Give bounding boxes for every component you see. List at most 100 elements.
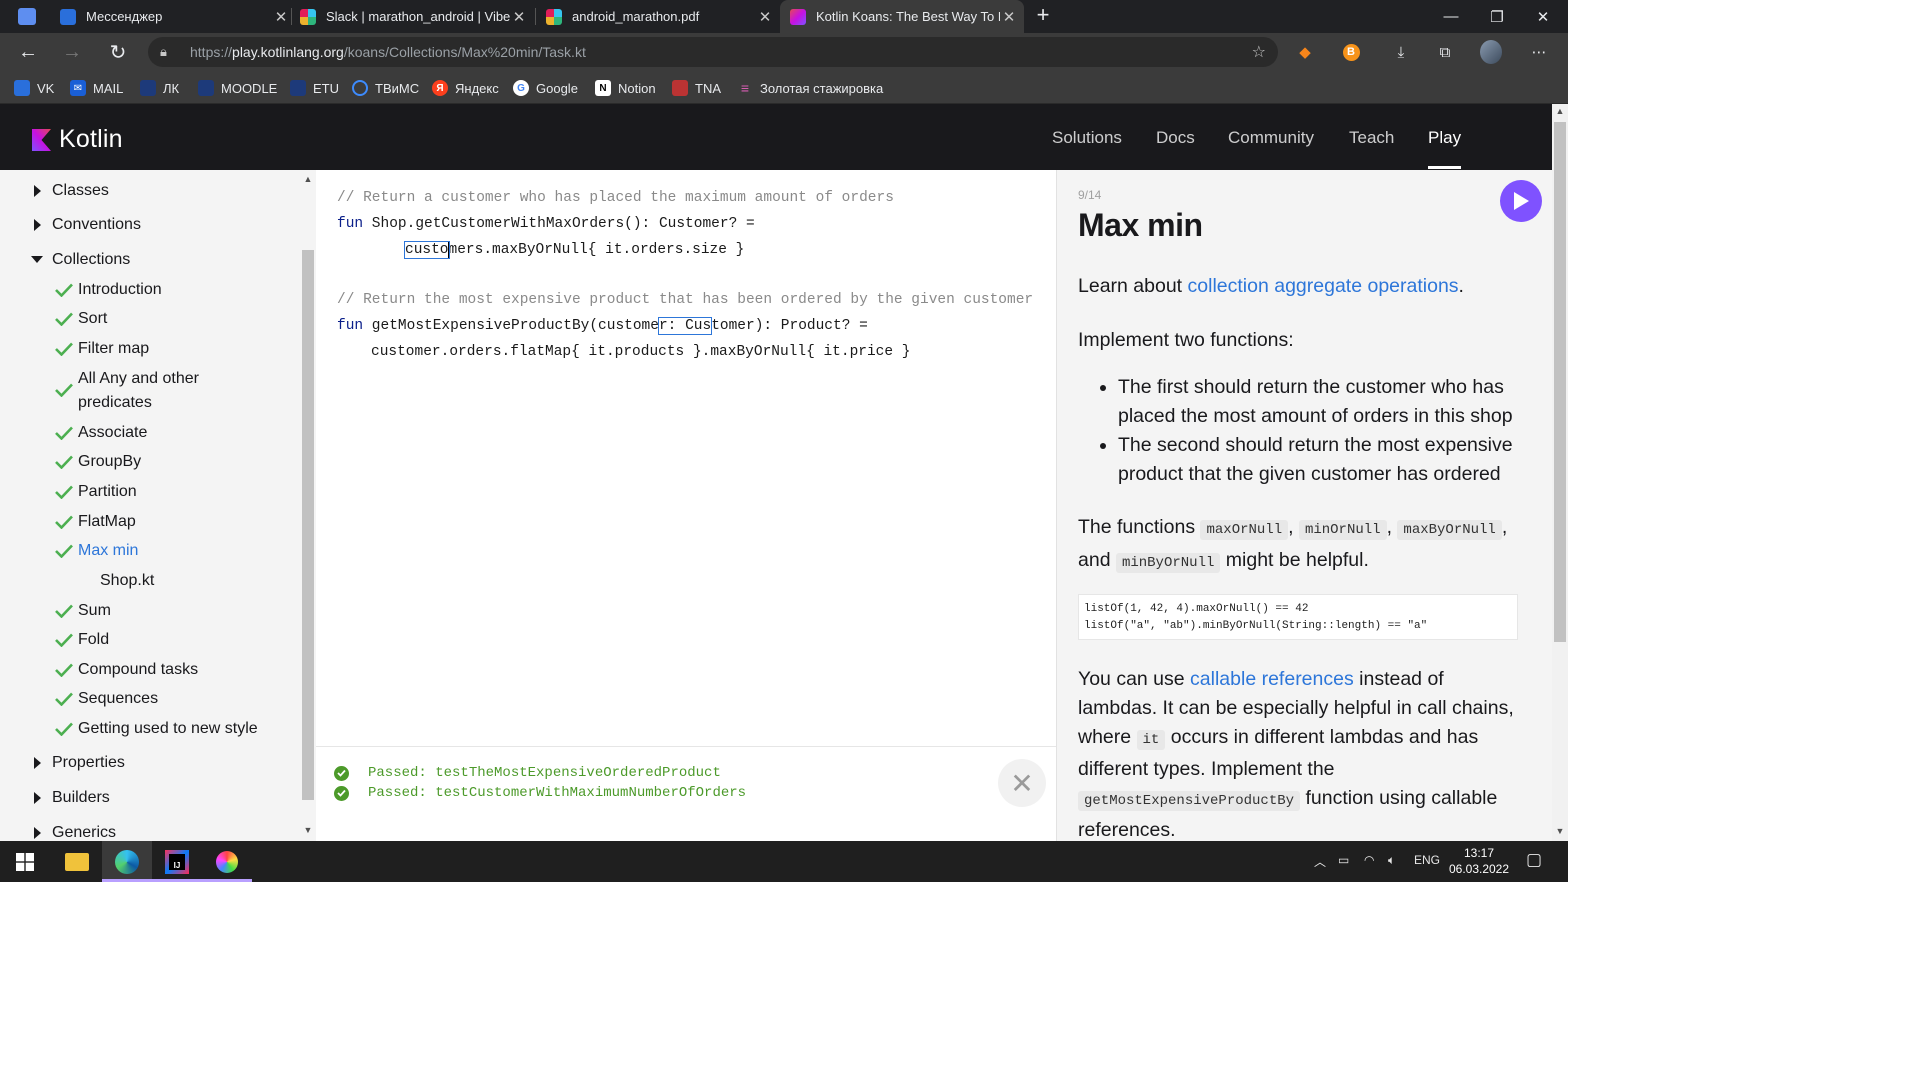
bookmark-golden-internship[interactable]: ≡ Золотая стажировка — [737, 78, 883, 98]
lock-icon[interactable]: 🔒︎ — [160, 44, 174, 60]
section-generics[interactable]: Generics — [34, 824, 116, 841]
battery-icon[interactable]: ▭ — [1338, 853, 1349, 867]
scrollbar-thumb[interactable] — [1554, 122, 1566, 642]
sidebar-item-max-min[interactable]: Max min — [55, 542, 138, 560]
tab-kotlin-koans[interactable]: Kotlin Koans: The Best Way To Le ✕ — [780, 0, 1024, 33]
test-result-row: Passed: testCustomerWithMaximumNumberOfO… — [334, 785, 746, 801]
sidebar-item-flatmap[interactable]: FlatMap — [55, 513, 136, 531]
scroll-up-arrow[interactable]: ▲ — [1552, 106, 1568, 120]
sidebar-file-shop-kt[interactable]: Shop.kt — [100, 572, 154, 590]
url-field[interactable]: 🔒︎ https://play.kotlinlang.org/koans/Col… — [148, 37, 1278, 67]
volume-icon[interactable]: 🔈︎ — [1388, 853, 1395, 868]
notifications-icon[interactable]: ▢ — [1526, 850, 1542, 870]
bookmark-google[interactable]: G Google — [513, 78, 578, 98]
tab-label: android_marathon.pdf — [572, 9, 700, 24]
example-code-block[interactable]: listOf(1, 42, 4).maxOrNull() == 42 listOf… — [1078, 594, 1518, 640]
bookmark-tvims[interactable]: ТВиМС — [352, 78, 419, 98]
close-icon[interactable]: ✕ — [510, 8, 528, 26]
section-classes[interactable]: Classes — [34, 182, 109, 200]
start-button[interactable] — [0, 841, 50, 882]
sidebar-item-partition[interactable]: Partition — [55, 483, 137, 501]
close-icon[interactable]: ✕ — [272, 8, 290, 26]
bookmark-etu[interactable]: ETU — [290, 78, 339, 98]
profile-avatar[interactable] — [1480, 40, 1502, 64]
bookmark-tna[interactable]: TNA — [672, 78, 721, 98]
section-builders[interactable]: Builders — [34, 789, 110, 807]
new-tab-button[interactable]: + — [1032, 4, 1054, 28]
scrollbar-thumb[interactable] — [302, 250, 314, 800]
nav-community[interactable]: Community — [1228, 128, 1314, 148]
sidebar-item-introduction[interactable]: Introduction — [55, 281, 162, 299]
inline-code: minOrNull — [1298, 520, 1387, 540]
tab-actions-icon[interactable] — [18, 8, 36, 25]
link-collection-aggregate-operations[interactable]: collection aggregate operations — [1188, 275, 1459, 297]
sidebar-item-filter-map[interactable]: Filter map — [55, 340, 149, 358]
close-console-button[interactable]: ✕ — [998, 759, 1046, 807]
taskbar-paint[interactable] — [202, 841, 252, 882]
tvims-icon — [352, 80, 368, 96]
close-icon[interactable]: ✕ — [1000, 8, 1018, 26]
nav-docs[interactable]: Docs — [1156, 128, 1195, 148]
bookmark-notion[interactable]: N Notion — [595, 78, 656, 98]
taskbar-file-explorer[interactable] — [52, 841, 102, 882]
code-line: listOf("a", "ab").minByOrNull(String::le… — [1084, 620, 1428, 632]
add-favorite-icon[interactable]: ☆ — [1252, 42, 1266, 62]
expand-icon — [34, 185, 41, 197]
forward-button[interactable]: → — [58, 38, 86, 66]
bookmark-mail[interactable]: ✉ MAIL — [70, 78, 123, 98]
sidebar-item-new-style[interactable]: Getting used to new style — [55, 720, 258, 738]
maximize-button[interactable]: ❐ — [1474, 0, 1520, 33]
collections-icon[interactable]: ⧉ — [1434, 41, 1456, 63]
nav-solutions[interactable]: Solutions — [1052, 128, 1122, 148]
more-menu-icon[interactable]: ⋯ — [1528, 41, 1550, 63]
section-conventions[interactable]: Conventions — [34, 216, 141, 234]
reload-button[interactable]: ↻ — [104, 38, 132, 66]
close-window-button[interactable]: ✕ — [1520, 0, 1566, 33]
scroll-up-arrow[interactable]: ▲ — [300, 174, 316, 188]
code-editor[interactable]: // Return a customer who has placed the … — [316, 170, 1056, 746]
section-collections[interactable]: Collections — [31, 251, 130, 269]
metamask-extension-icon[interactable]: ◆ — [1294, 41, 1316, 63]
sidebar-item-sum[interactable]: Sum — [55, 602, 111, 620]
link-callable-references[interactable]: callable references — [1190, 668, 1354, 690]
tab-slack[interactable]: Slack | marathon_android | Vibel ✕ — [300, 0, 528, 33]
language-indicator[interactable]: ENG — [1414, 853, 1440, 867]
bookmark-lk[interactable]: ЛК — [140, 78, 179, 98]
bookmark-yandex[interactable]: Я Яндекс — [432, 78, 499, 98]
tab-messenger[interactable]: Мессенджер ✕ — [56, 0, 290, 33]
bookmark-moodle[interactable]: MOODLE — [198, 78, 277, 98]
sidebar-item-sort[interactable]: Sort — [55, 310, 107, 328]
tab-pdf[interactable]: android_marathon.pdf ✕ — [546, 0, 774, 33]
nav-play[interactable]: Play — [1428, 128, 1461, 148]
tab-separator — [535, 8, 536, 25]
windows-taskbar: IJ ︿ ▭ ◠ 🔈︎ ENG 13:17 06.03.2022 ▢ — [0, 841, 1568, 882]
taskbar-intellij[interactable]: IJ — [152, 841, 202, 882]
system-clock[interactable]: 13:17 06.03.2022 — [1446, 845, 1512, 877]
kotlin-icon — [790, 8, 806, 25]
kotlin-logo[interactable]: Kotlin — [32, 125, 123, 154]
sidebar-item-compound-tasks[interactable]: Compound tasks — [55, 661, 198, 679]
sidebar-item-sequences[interactable]: Sequences — [55, 690, 158, 708]
page-scrollbar[interactable]: ▲ ▼ — [1552, 104, 1568, 841]
bookmark-vk[interactable]: VK — [14, 78, 54, 98]
scroll-down-arrow[interactable]: ▼ — [1552, 826, 1568, 840]
nav-teach[interactable]: Teach — [1349, 128, 1394, 148]
run-button[interactable] — [1500, 180, 1542, 222]
section-properties[interactable]: Properties — [34, 754, 125, 772]
close-icon[interactable]: ✕ — [756, 8, 774, 26]
sidebar-item-all-any[interactable]: All Any and other predicates — [55, 370, 238, 415]
play-icon — [1514, 192, 1529, 210]
sidebar-scrollbar[interactable]: ▲ ▼ — [300, 170, 316, 841]
extension-icon[interactable]: B — [1340, 41, 1362, 63]
show-hidden-icons[interactable]: ︿ — [1314, 853, 1326, 870]
taskbar-edge[interactable] — [102, 841, 152, 882]
scroll-down-arrow[interactable]: ▼ — [300, 825, 316, 839]
sidebar-item-fold[interactable]: Fold — [55, 631, 109, 649]
sidebar-item-associate[interactable]: Associate — [55, 424, 147, 442]
download-icon[interactable]: ⤓ — [1390, 41, 1412, 63]
minimize-button[interactable]: — — [1428, 0, 1474, 33]
sidebar-item-groupby[interactable]: GroupBy — [55, 453, 141, 471]
wifi-icon[interactable]: ◠ — [1364, 853, 1374, 867]
clock-date: 06.03.2022 — [1448, 862, 1510, 876]
back-button[interactable]: ← — [14, 38, 42, 66]
